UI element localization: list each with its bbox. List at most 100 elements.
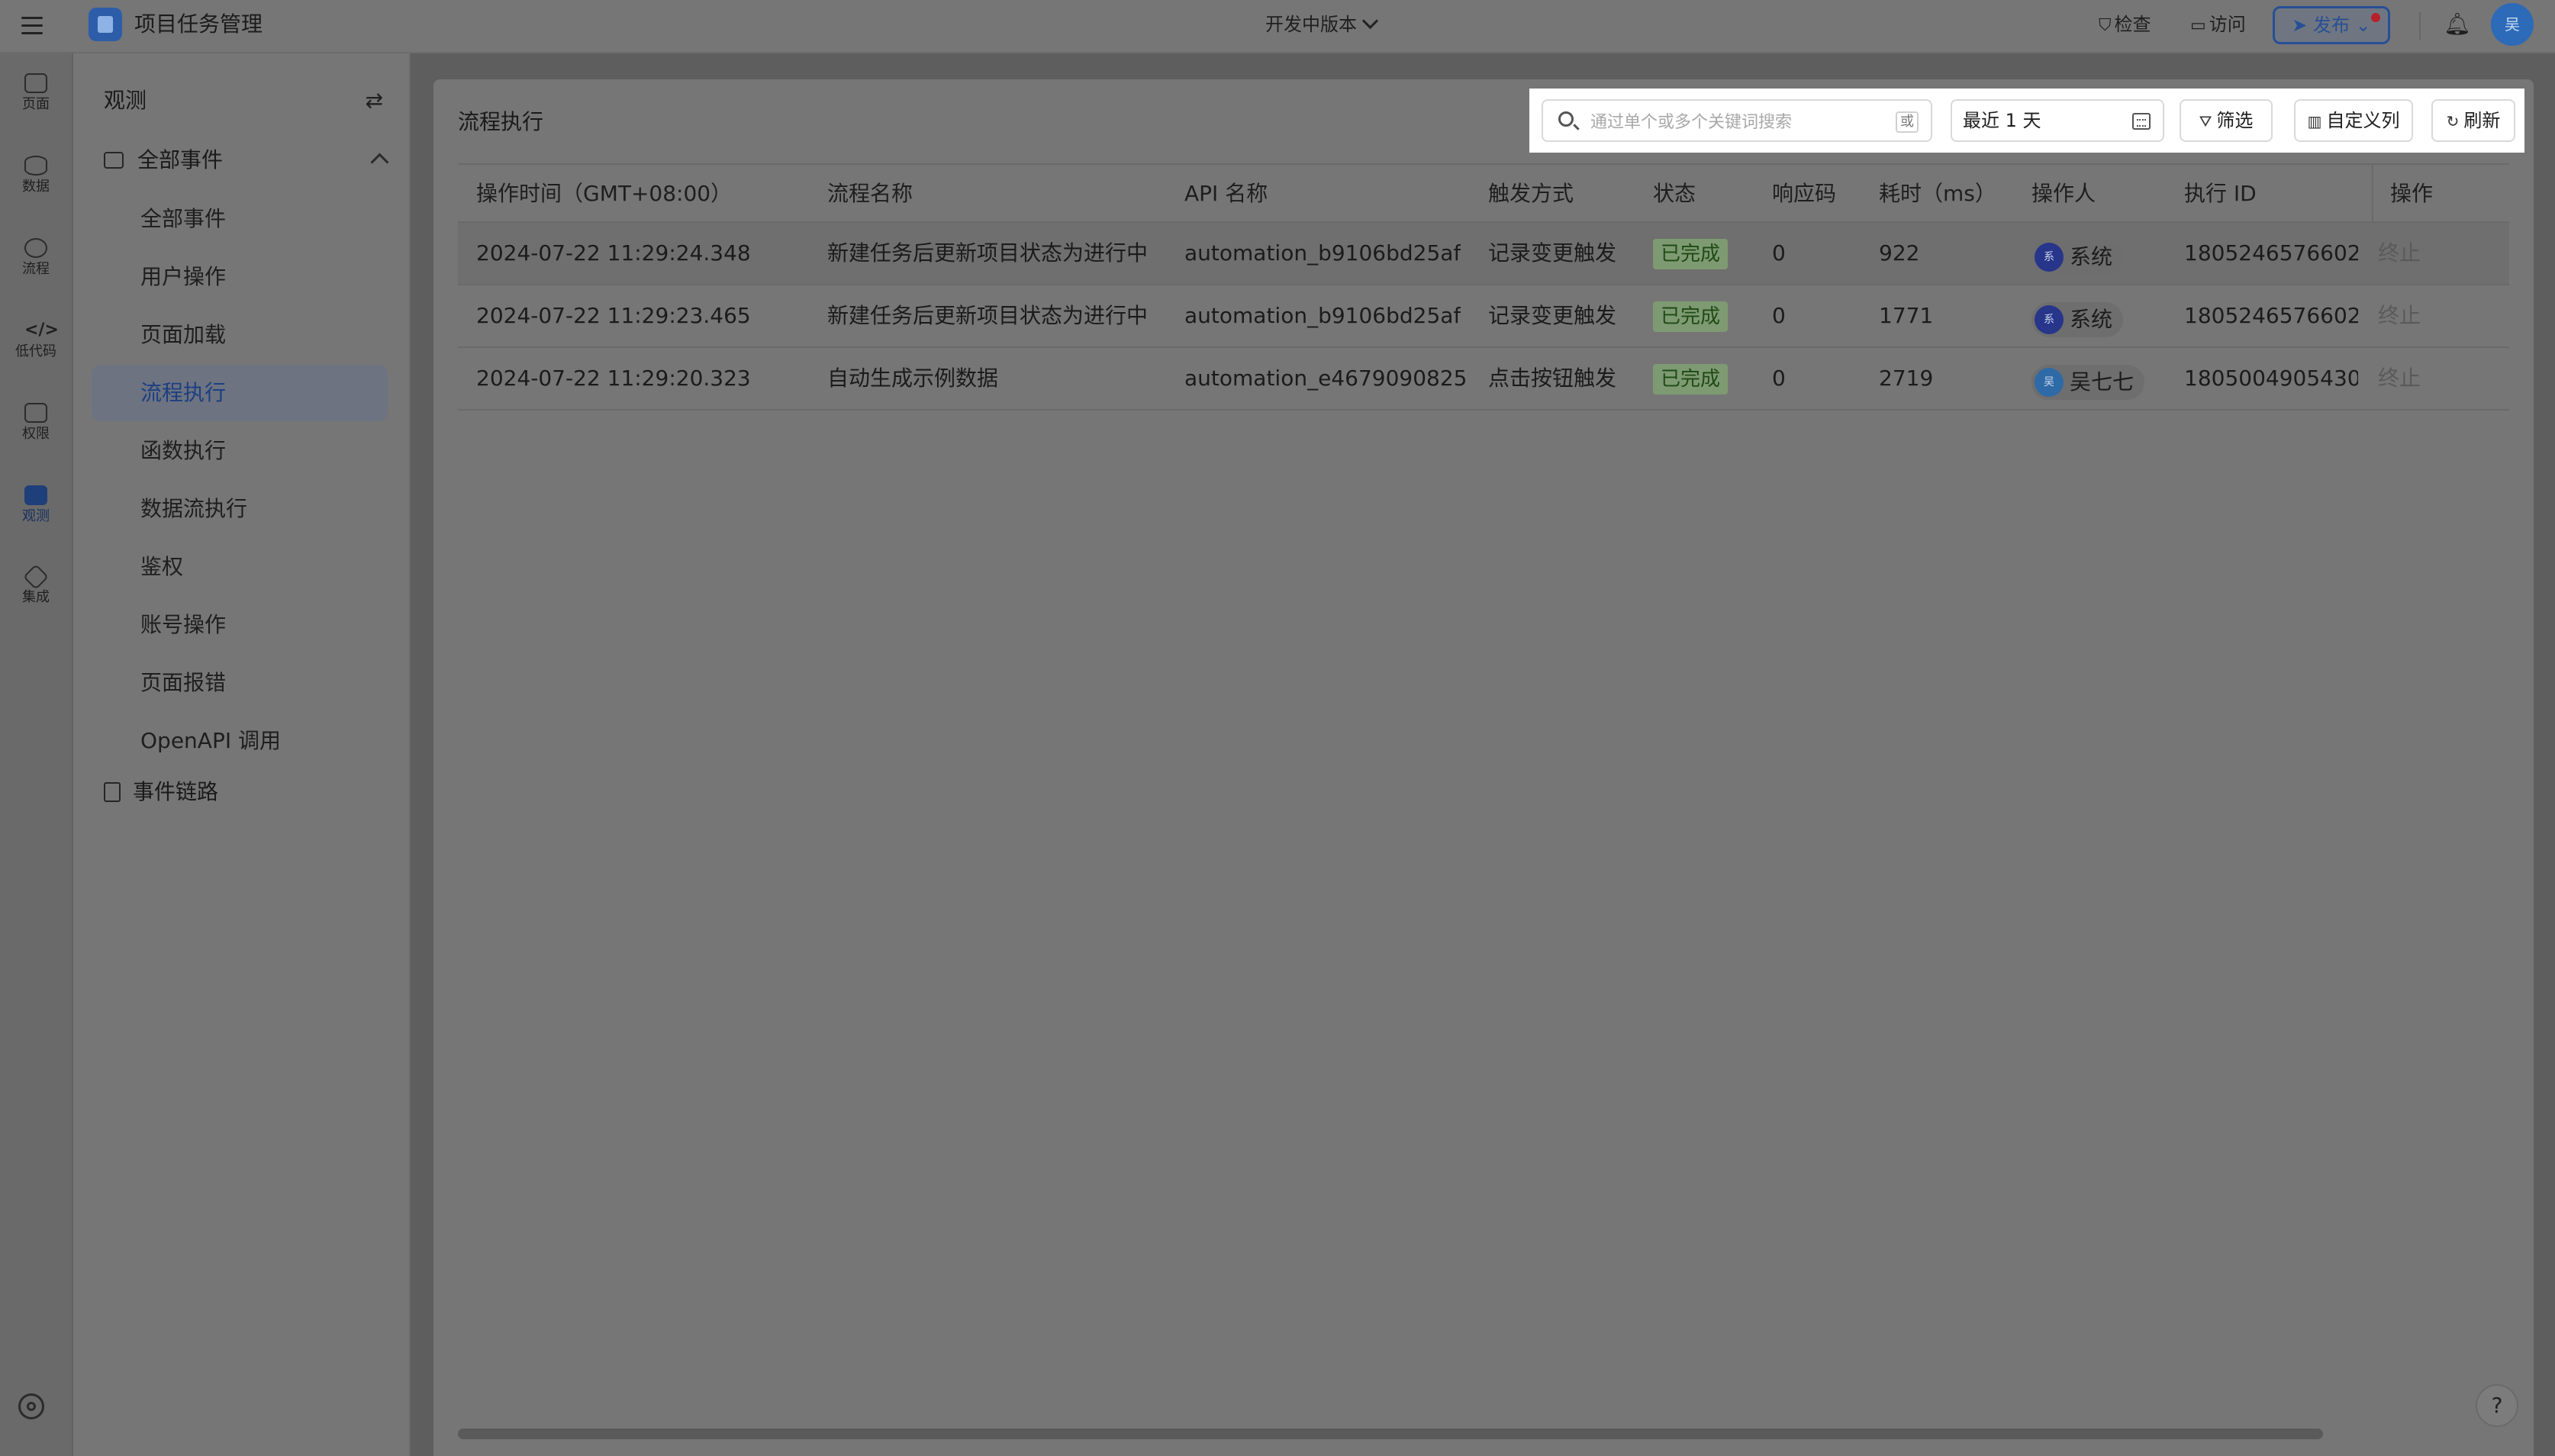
col-header-action: 操作 — [2390, 181, 2434, 206]
date-range-value: 最近 1 天 — [1963, 110, 2041, 131]
search-input[interactable] — [1589, 108, 1882, 136]
rail-label: 低代码 — [15, 343, 56, 359]
table-row[interactable]: 2024-07-22 11:29:23.465 新建任务后更新项目状态为进行中 … — [458, 285, 2509, 348]
sidebar-item-page-errors[interactable]: 页面报错 — [92, 655, 388, 711]
rail-item-integration[interactable]: 集成 — [0, 564, 72, 606]
filter-button[interactable]: ⛛ 筛选 — [2180, 99, 2273, 142]
date-range-picker[interactable]: 最近 1 天 — [1951, 99, 2164, 142]
cell-execution-id: 18052465766021 — [2184, 240, 2358, 266]
hamburger-menu-icon[interactable] — [17, 11, 47, 41]
monitor-icon — [104, 152, 124, 169]
main-panel: 流程执行 或 最近 1 天 ⛛筛选 ▥自定义列 ↻刷新 操作时间（GMT+08:… — [433, 79, 2534, 1456]
sidebar-item-dataflow-execution[interactable]: 数据流执行 — [92, 481, 388, 537]
app-logo — [89, 8, 122, 41]
check-button[interactable]: ⛉ 检查 — [2099, 11, 2151, 40]
col-header-duration: 耗时（ms） — [1879, 181, 1996, 206]
cell-time: 2024-07-22 11:29:24.348 — [476, 240, 751, 266]
sidebar-item-flow-execution[interactable]: 流程执行 — [92, 365, 388, 421]
chevron-down-icon: ⌄ — [2355, 14, 2371, 36]
settings-gear-icon[interactable] — [18, 1393, 44, 1419]
help-icon[interactable]: ? — [2476, 1384, 2518, 1427]
rail-label: 观测 — [22, 508, 50, 524]
publish-label: 发布 — [2313, 14, 2350, 36]
col-header-api-name: API 名称 — [1184, 181, 1268, 206]
sidebar-item-event-chain[interactable]: 事件链路 — [104, 775, 218, 809]
cell-trigger: 记录变更触发 — [1488, 303, 1617, 328]
cell-api-name: automation_b9106bd25af — [1184, 240, 1461, 266]
stop-action-link[interactable]: 终止 — [2378, 348, 2421, 409]
refresh-label: 刷新 — [2463, 110, 2501, 131]
col-header-status: 状态 — [1653, 181, 1696, 206]
observe-sidebar: 观测 ⇄ 全部事件 全部事件 用户操作 页面加载 流程执行 函数执行 数据流执行… — [73, 53, 411, 1456]
horizontal-scrollbar[interactable] — [458, 1429, 2323, 1439]
column-divider — [2372, 165, 2373, 224]
visit-label: 访问 — [2209, 14, 2246, 35]
rail-label: 集成 — [22, 589, 50, 605]
rail-item-flow[interactable]: 流程 — [0, 238, 72, 278]
sidebar-item-function-execution[interactable]: 函数执行 — [92, 423, 388, 479]
col-header-time: 操作时间（GMT+08:00） — [476, 181, 733, 206]
col-header-response-code: 响应码 — [1772, 181, 1837, 206]
table-row[interactable]: 2024-07-22 11:29:24.348 新建任务后更新项目状态为进行中 … — [458, 223, 2509, 285]
sidebar-item-all-events[interactable]: 全部事件 — [92, 191, 388, 247]
operator-chip: 吴吴七七 — [2031, 365, 2145, 400]
bell-icon[interactable]: 🔔︎ — [2444, 11, 2471, 38]
cell-flow-name: 新建任务后更新项目状态为进行中 — [827, 240, 1149, 266]
rail-item-permission[interactable]: 权限 — [0, 403, 72, 443]
page-title: 流程执行 — [458, 109, 544, 134]
cell-flow-name: 自动生成示例数据 — [827, 366, 999, 391]
version-label: 开发中版本 — [1265, 14, 1357, 35]
custom-columns-button[interactable]: ▥ 自定义列 — [2294, 99, 2413, 142]
group-all-events[interactable]: 全部事件 — [104, 143, 389, 177]
visit-button[interactable]: ▭ 访问 — [2190, 11, 2246, 40]
sidebar-item-openapi-calls[interactable]: OpenAPI 调用 — [92, 713, 388, 769]
group-label: 全部事件 — [137, 147, 224, 172]
permission-icon — [24, 403, 47, 423]
user-avatar[interactable]: 吴 — [2491, 3, 2534, 46]
app-title: 项目任务管理 — [134, 11, 263, 37]
stop-action-link[interactable]: 终止 — [2378, 285, 2421, 346]
rail-item-lowcode[interactable]: </> 低代码 — [0, 321, 72, 360]
operator-avatar: 吴 — [2035, 368, 2064, 397]
cell-execution-id: 18050049054303 — [2184, 366, 2358, 391]
chevron-up-icon — [370, 153, 389, 172]
or-keyword-badge: 或 — [1896, 111, 1919, 133]
custom-columns-label: 自定义列 — [2326, 110, 2400, 131]
calendar-icon — [2132, 113, 2151, 130]
operator-name: 系统 — [2070, 307, 2113, 332]
refresh-icon: ↻ — [2446, 112, 2460, 130]
status-badge: 已完成 — [1653, 364, 1729, 395]
sidebar-item-auth[interactable]: 鉴权 — [92, 539, 388, 595]
publish-button[interactable]: ➤ 发布 ⌄ — [2273, 6, 2390, 44]
chain-icon — [104, 782, 121, 802]
observe-icon — [24, 485, 47, 505]
cell-execution-id: 18052465766021 — [2184, 303, 2358, 328]
rail-item-observe[interactable]: 观测 — [0, 485, 72, 525]
notification-dot — [2371, 13, 2380, 22]
sidebar-item-page-load[interactable]: 页面加载 — [92, 307, 388, 363]
cell-response-code: 0 — [1772, 303, 1786, 328]
cell-time: 2024-07-22 11:29:23.465 — [476, 303, 751, 328]
rail-item-page[interactable]: 页面 — [0, 73, 72, 113]
stop-action-link[interactable]: 终止 — [2378, 223, 2421, 284]
sidebar-item-user-actions[interactable]: 用户操作 — [92, 249, 388, 305]
swap-icon[interactable]: ⇄ — [366, 89, 383, 113]
top-bar: 项目任务管理 开发中版本 ⛉ 检查 ▭ 访问 ➤ 发布 ⌄ 🔔︎ 吴 — [0, 0, 2555, 53]
col-header-operator: 操作人 — [2031, 181, 2096, 206]
operator-name: 系统 — [2070, 244, 2113, 269]
search-box[interactable]: 或 — [1542, 99, 1932, 142]
operator-chip: 系系统 — [2031, 302, 2124, 337]
operator-avatar: 系 — [2035, 305, 2064, 334]
refresh-button[interactable]: ↻ 刷新 — [2431, 99, 2515, 142]
status-badge: 已完成 — [1653, 301, 1729, 332]
status-badge: 已完成 — [1653, 239, 1729, 269]
cell-duration: 922 — [1879, 240, 1920, 266]
rail-label: 页面 — [22, 96, 50, 112]
cell-trigger: 点击按钮触发 — [1488, 366, 1617, 391]
rail-item-data[interactable]: 数据 — [0, 156, 72, 195]
version-selector[interactable]: 开发中版本 — [1265, 11, 1379, 38]
sidebar-item-account-actions[interactable]: 账号操作 — [92, 597, 388, 653]
col-header-trigger: 触发方式 — [1488, 181, 1574, 206]
table-row[interactable]: 2024-07-22 11:29:20.323 自动生成示例数据 automat… — [458, 348, 2509, 411]
page-icon — [24, 73, 47, 93]
